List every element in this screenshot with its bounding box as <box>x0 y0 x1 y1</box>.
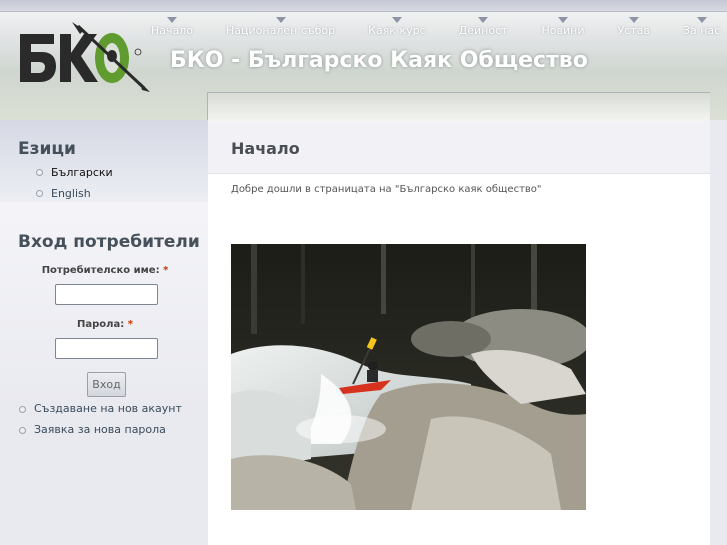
main-content: Начало Добре дошли в страницата на "Бълг… <box>208 122 710 545</box>
nav-item-label: Начало <box>151 23 194 37</box>
languages-title: Езици <box>18 139 76 159</box>
bullet-icon <box>19 406 26 413</box>
nav-item-label: За нас <box>682 23 721 37</box>
nav-item-label: Устав <box>617 23 650 37</box>
required-mark: * <box>163 265 169 276</box>
nav-marker-icon <box>696 16 707 23</box>
nav-marker-icon <box>478 16 489 23</box>
site-logo[interactable] <box>16 22 152 92</box>
page-title-bar: Начало <box>208 122 710 174</box>
login-block: Вход потребители Потребителско име: * Па… <box>0 202 208 545</box>
nav-marker-icon <box>628 16 639 23</box>
nav-item-statute[interactable]: Устав <box>617 16 650 37</box>
sidebar: Езици Български English Вход потребители… <box>0 120 208 545</box>
nav-item-about[interactable]: За нас <box>682 16 721 37</box>
nav-item-kayak-course[interactable]: Каяк курс <box>368 16 426 37</box>
create-account-label: Създаване на нов акаунт <box>34 402 182 415</box>
nav-item-label: Каяк курс <box>368 23 426 37</box>
nav-item-label: Дейност <box>458 23 508 37</box>
bko-logo-icon <box>20 22 150 92</box>
login-links: Създаване на нов акаунт Заявка за нова п… <box>19 402 182 444</box>
nav-marker-icon <box>391 16 402 23</box>
intro-text: Добре дошли в страницата на "Българско к… <box>231 184 542 195</box>
password-input[interactable] <box>55 338 158 359</box>
nav-marker-icon <box>275 16 286 23</box>
username-label: Потребителско име: * <box>0 265 210 276</box>
nav-item-news[interactable]: Новини <box>541 16 585 37</box>
language-label: English <box>51 187 91 200</box>
username-label-text: Потребителско име: <box>41 265 160 276</box>
bullet-icon <box>19 427 26 434</box>
nav-marker-icon <box>558 16 569 23</box>
site-title[interactable]: БКО - Българско Каяк Общество <box>170 48 588 73</box>
right-margin <box>710 120 727 545</box>
request-password-link[interactable]: Заявка за нова парола <box>19 423 182 444</box>
username-input[interactable] <box>55 284 158 305</box>
request-password-label: Заявка за нова парола <box>34 423 166 436</box>
kayak-photo <box>231 244 586 510</box>
create-account-link[interactable]: Създаване на нов акаунт <box>19 402 182 423</box>
password-label-text: Парола: <box>77 319 125 330</box>
nav-marker-icon <box>167 16 177 23</box>
languages-block: Езици Български English <box>0 120 208 202</box>
login-button[interactable]: Вход <box>87 372 126 397</box>
header-topbar <box>0 0 727 11</box>
nav-item-label: Национален събор <box>226 23 336 37</box>
kayak-photo-image <box>231 244 586 510</box>
content-top-strip <box>207 92 710 122</box>
nav-item-home[interactable]: Начало <box>151 16 194 37</box>
required-mark: * <box>127 319 133 330</box>
login-title: Вход потребители <box>18 232 200 252</box>
bullet-icon <box>36 169 43 176</box>
bullet-icon <box>36 190 43 197</box>
page-title: Начало <box>231 139 300 158</box>
nav-item-activities[interactable]: Дейност <box>458 16 508 37</box>
password-label: Парола: * <box>0 319 210 330</box>
language-item-bulgarian[interactable]: Български <box>36 165 113 186</box>
nav-item-label: Новини <box>541 23 585 37</box>
main-nav: Начало Национален събор Каяк курс Дейнос… <box>140 12 720 42</box>
nav-item-national-gathering[interactable]: Национален събор <box>226 16 336 37</box>
language-label: Български <box>51 166 113 179</box>
language-list: Български English <box>36 165 113 207</box>
